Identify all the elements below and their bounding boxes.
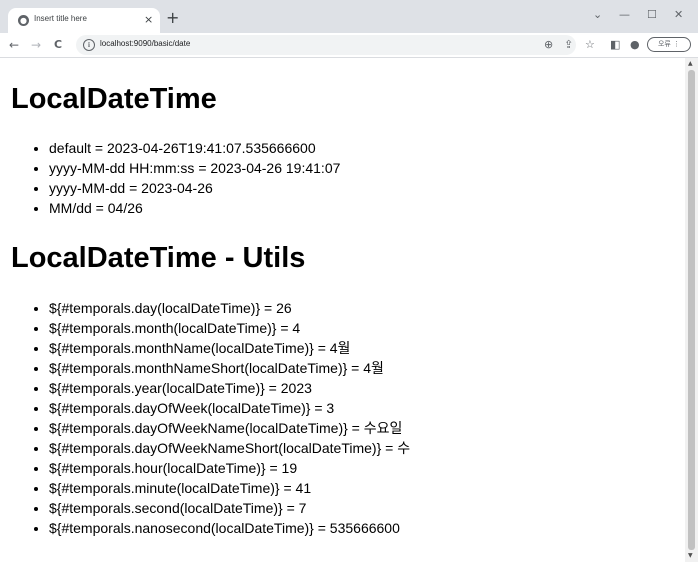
address-bar[interactable]: i localhost:9090/basic/date <box>76 35 576 55</box>
back-arrow-icon[interactable]: ← <box>9 37 19 53</box>
new-tab-button[interactable]: + <box>166 10 179 26</box>
list-item: ${#temporals.minute(localDateTime)} = 41 <box>49 478 410 498</box>
scrollbar-thumb[interactable] <box>688 70 695 550</box>
list-item: yyyy-MM-dd = 2023-04-26 <box>49 178 340 198</box>
list-item: MM/dd = 04/26 <box>49 198 340 218</box>
profile-icon[interactable]: ● <box>630 37 640 53</box>
section-heading-localdatetime: LocalDateTime <box>11 83 217 115</box>
zoom-icon[interactable]: ⊕ <box>544 37 553 53</box>
list-item: ${#temporals.hour(localDateTime)} = 19 <box>49 458 410 478</box>
scroll-up-arrow-icon[interactable]: ▲ <box>688 60 693 68</box>
list-item: ${#temporals.second(localDateTime)} = 7 <box>49 498 410 518</box>
list-item: ${#temporals.dayOfWeekName(localDateTime… <box>49 418 410 438</box>
list-item: ${#temporals.dayOfWeekNameShort(localDat… <box>49 438 410 458</box>
list-item: ${#temporals.monthNameShort(localDateTim… <box>49 358 410 378</box>
forward-arrow-icon[interactable]: → <box>31 37 41 53</box>
browser-toolbar: ← → C i localhost:9090/basic/date ⊕ ⇪ ☆ … <box>0 33 698 58</box>
close-window-button[interactable]: ✕ <box>674 8 683 22</box>
list-item: ${#temporals.month(localDateTime)} = 4 <box>49 318 410 338</box>
reload-icon[interactable]: C <box>54 37 62 53</box>
maximize-button[interactable]: ☐ <box>647 8 657 22</box>
tab-search-chevron-icon[interactable]: ⌄ <box>593 8 602 22</box>
browser-tab[interactable]: ● Insert title here × <box>8 8 160 33</box>
utils-list: ${#temporals.day(localDateTime)} = 26 ${… <box>0 298 410 538</box>
vertical-scrollbar[interactable]: ▲ ▼ <box>685 58 698 562</box>
list-item: ${#temporals.day(localDateTime)} = 26 <box>49 298 410 318</box>
bookmark-star-icon[interactable]: ☆ <box>585 37 595 53</box>
list-item: yyyy-MM-dd HH:mm:ss = 2023-04-26 19:41:0… <box>49 158 340 178</box>
page-viewport: LocalDateTime default = 2023-04-26T19:41… <box>0 58 685 562</box>
section-heading-utils: LocalDateTime - Utils <box>11 242 306 274</box>
localdatetime-list: default = 2023-04-26T19:41:07.535666600 … <box>0 138 340 218</box>
share-icon[interactable]: ⇪ <box>564 37 573 53</box>
profile-error-button[interactable]: 오류 ⋮ <box>647 37 691 52</box>
browser-titlebar: ● Insert title here × + ⌄ — ☐ ✕ <box>0 0 698 33</box>
side-panel-icon[interactable]: ◧ <box>610 37 620 53</box>
site-info-icon[interactable]: i <box>83 39 95 51</box>
profile-error-label: 오류 <box>657 40 671 48</box>
scroll-down-arrow-icon[interactable]: ▼ <box>688 552 693 560</box>
globe-icon: ● <box>18 15 29 26</box>
kebab-menu-icon[interactable]: ⋮ <box>673 40 680 48</box>
minimize-button[interactable]: — <box>619 8 630 22</box>
list-item: ${#temporals.dayOfWeek(localDateTime)} =… <box>49 398 410 418</box>
list-item: ${#temporals.year(localDateTime)} = 2023 <box>49 378 410 398</box>
list-item: default = 2023-04-26T19:41:07.535666600 <box>49 138 340 158</box>
list-item: ${#temporals.nanosecond(localDateTime)} … <box>49 518 410 538</box>
tab-title: Insert title here <box>34 14 87 23</box>
list-item: ${#temporals.monthName(localDateTime)} =… <box>49 338 410 358</box>
tab-close-icon[interactable]: × <box>144 13 153 27</box>
url-text[interactable]: localhost:9090/basic/date <box>100 39 190 48</box>
